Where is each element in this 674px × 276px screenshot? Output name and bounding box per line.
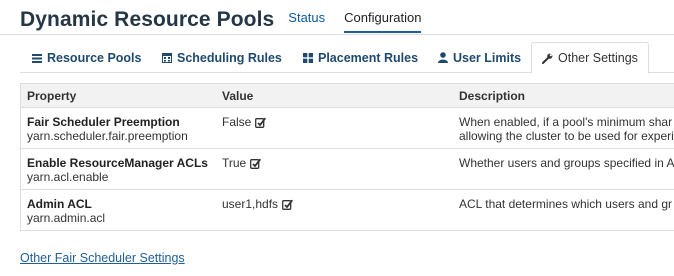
tab-label: User Limits: [453, 50, 522, 65]
list-icon: [32, 53, 42, 63]
description-line: allowing the cluster to be used for expe…: [459, 129, 674, 143]
tab-bar: Resource Pools Scheduling Rules Placemen…: [20, 42, 674, 74]
tab-label: Resource Pools: [47, 50, 142, 65]
property-name: Admin ACL: [27, 197, 92, 211]
description-cell: ACL that determines which users and gr: [459, 197, 672, 211]
tab-scheduling-rules[interactable]: Scheduling Rules: [162, 42, 282, 73]
description-line: Whether users and groups specified in A: [459, 156, 674, 170]
tab-label: Other Settings: [558, 51, 638, 65]
table-row: Admin ACL yarn.admin.acl user1,hdfs ACL …: [21, 190, 674, 230]
description-line: When enabled, if a pool's minimum shar: [459, 115, 673, 129]
column-header-property: Property: [27, 89, 77, 103]
property-cell: Admin ACL yarn.admin.acl: [27, 197, 105, 225]
value-cell: user1,hdfs: [222, 197, 294, 211]
grid-icon: [303, 52, 313, 63]
edit-icon[interactable]: [250, 158, 262, 169]
description-line: ACL that determines which users and gr: [459, 197, 672, 211]
column-header-value: Value: [222, 89, 254, 103]
property-name: Fair Scheduler Preemption: [27, 115, 180, 129]
edit-icon[interactable]: [282, 199, 294, 210]
table-row: Enable ResourceManager ACLs yarn.acl.ena…: [21, 149, 674, 190]
property-value: False: [222, 115, 252, 129]
description-cell: Whether users and groups specified in A: [459, 156, 674, 170]
settings-table: Property Value Description Fair Schedule…: [20, 83, 674, 231]
edit-icon[interactable]: [255, 117, 267, 128]
property-key: yarn.admin.acl: [27, 211, 106, 225]
tab-label: Scheduling Rules: [177, 50, 282, 65]
configuration-link[interactable]: Configuration: [344, 10, 422, 33]
description-cell: When enabled, if a pool's minimum shar a…: [459, 115, 674, 143]
value-cell: False: [222, 115, 267, 129]
value-cell: True: [222, 156, 262, 170]
page-title: Dynamic Resource Pools: [20, 7, 275, 31]
wrench-icon: [542, 53, 553, 64]
tab-resource-pools[interactable]: Resource Pools: [32, 42, 141, 73]
tab-other-settings[interactable]: Other Settings: [531, 42, 649, 74]
table-row: Fair Scheduler Preemption yarn.scheduler…: [21, 108, 674, 149]
property-value: user1,hdfs: [222, 197, 279, 211]
other-fair-scheduler-settings-link[interactable]: Other Fair Scheduler Settings: [20, 251, 185, 265]
status-link[interactable]: Status: [288, 10, 325, 33]
property-value: True: [222, 156, 247, 170]
user-icon: [438, 52, 448, 63]
tab-placement-rules[interactable]: Placement Rules: [303, 42, 418, 73]
column-header-description: Description: [459, 89, 526, 103]
calendar-icon: [162, 52, 172, 63]
top-nav: Status Configuration: [288, 10, 440, 33]
page-header: Dynamic Resource Pools Status Configurat…: [20, 6, 440, 33]
property-cell: Fair Scheduler Preemption yarn.scheduler…: [27, 115, 188, 143]
property-name: Enable ResourceManager ACLs: [27, 156, 208, 170]
property-key: yarn.acl.enable: [27, 170, 109, 184]
property-key: yarn.scheduler.fair.preemption: [27, 129, 188, 143]
tab-user-limits[interactable]: User Limits: [438, 42, 521, 73]
table-header: Property Value Description: [21, 84, 674, 108]
tab-label: Placement Rules: [318, 50, 419, 65]
property-cell: Enable ResourceManager ACLs yarn.acl.ena…: [27, 156, 208, 184]
header-divider: [0, 34, 674, 35]
